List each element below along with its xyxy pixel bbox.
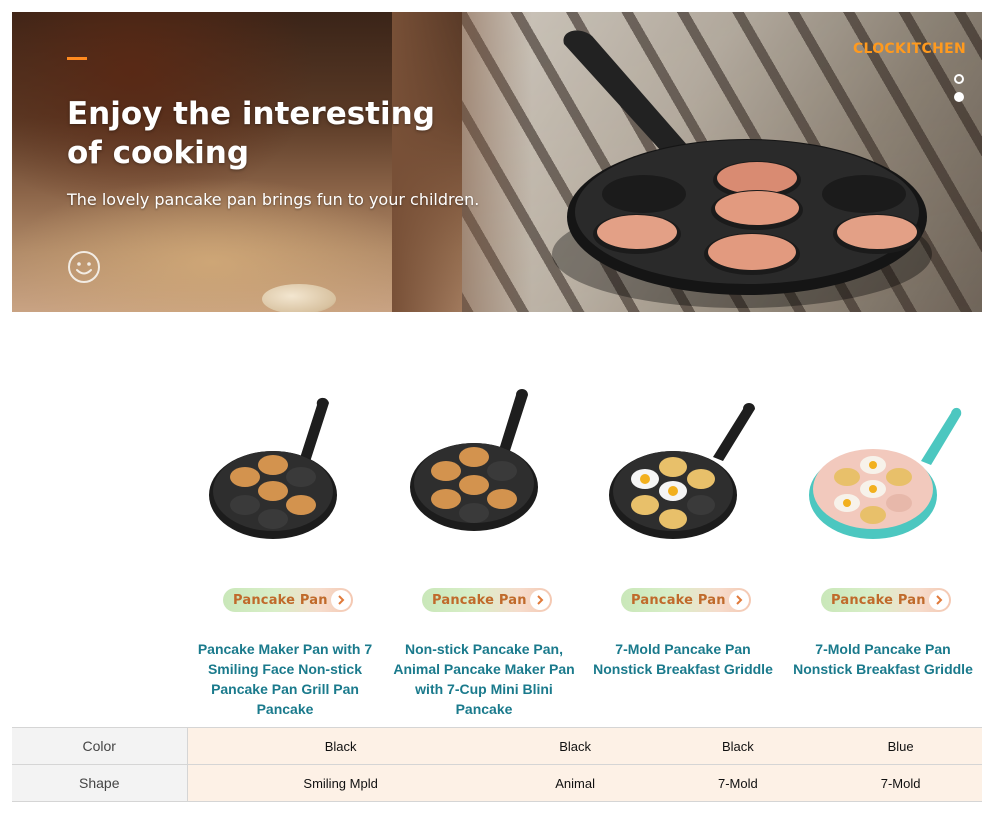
table-cell: Black <box>493 727 657 765</box>
pancake-pan-pill-button[interactable]: Pancake Pan <box>223 588 353 612</box>
product-title-link[interactable]: Pancake Maker Pan with 7 Smiling Face No… <box>186 639 384 719</box>
table-cell: Blue <box>819 727 982 765</box>
pancake-pan-pill-button[interactable]: Pancake Pan <box>821 588 951 612</box>
carousel-dot-2[interactable] <box>954 92 964 102</box>
chevron-right-icon <box>729 590 749 610</box>
hero-banner[interactable]: Enjoy the interesting of cooking The lov… <box>12 12 982 312</box>
product-title-link[interactable]: 7-Mold Pancake Pan Nonstick Breakfast Gr… <box>784 639 982 679</box>
pill-label: Pancake Pan <box>233 592 328 608</box>
chevron-right-icon <box>331 590 351 610</box>
row-header-color: Color <box>12 727 188 765</box>
table-cell: Smiling Mpld <box>187 764 494 802</box>
carousel-dot-1[interactable] <box>954 74 964 84</box>
row-header-shape: Shape <box>12 764 188 802</box>
product-title-link[interactable]: Non-stick Pancake Pan, Animal Pancake Ma… <box>385 639 583 719</box>
hero-subtitle: The lovely pancake pan brings fun to you… <box>67 190 480 209</box>
table-cell: Black <box>656 727 820 765</box>
product-card: Pancake Pan 7-Mold Pancake Pan Nonstick … <box>584 385 782 677</box>
table-cell: 7-Mold <box>819 764 982 802</box>
pancake-pan-pill-button[interactable]: Pancake Pan <box>422 588 552 612</box>
accent-dash <box>67 57 87 60</box>
product-image-animal-pan[interactable] <box>404 385 564 550</box>
chevron-right-icon <box>929 590 949 610</box>
hero-pancake-pan-image <box>552 30 932 308</box>
chevron-right-icon <box>530 590 550 610</box>
table-cell: Animal <box>493 764 657 802</box>
pancake-pan-pill-button[interactable]: Pancake Pan <box>621 588 751 612</box>
product-image-7-mold-black-pan[interactable] <box>603 385 763 550</box>
brand-logo: CLOCKITCHEN <box>852 41 966 57</box>
table-row: Shape Smiling Mpld Animal 7-Mold 7-Mold <box>12 764 982 802</box>
pill-label: Pancake Pan <box>831 592 926 608</box>
product-card: Pancake Pan Pancake Maker Pan with 7 Smi… <box>186 385 384 717</box>
pill-label: Pancake Pan <box>432 592 527 608</box>
smiley-face-icon <box>68 251 100 283</box>
pill-label: Pancake Pan <box>631 592 726 608</box>
product-title-link[interactable]: 7-Mold Pancake Pan Nonstick Breakfast Gr… <box>584 639 782 679</box>
table-cell: Black <box>187 727 494 765</box>
hero-title: Enjoy the interesting of cooking <box>67 96 435 171</box>
dough-ball <box>262 284 336 312</box>
product-image-smiling-face-pan[interactable] <box>205 385 365 550</box>
product-image-7-mold-blue-pan[interactable] <box>803 385 963 550</box>
product-card: Pancake Pan 7-Mold Pancake Pan Nonstick … <box>784 385 982 677</box>
product-card: Pancake Pan Non-stick Pancake Pan, Anima… <box>385 385 583 717</box>
table-row: Color Black Black Black Blue <box>12 727 982 765</box>
carousel-dots <box>954 74 966 110</box>
table-cell: 7-Mold <box>656 764 820 802</box>
page: Enjoy the interesting of cooking The lov… <box>0 0 996 817</box>
comparison-table: Color Black Black Black Blue Shape Smili… <box>12 727 982 802</box>
